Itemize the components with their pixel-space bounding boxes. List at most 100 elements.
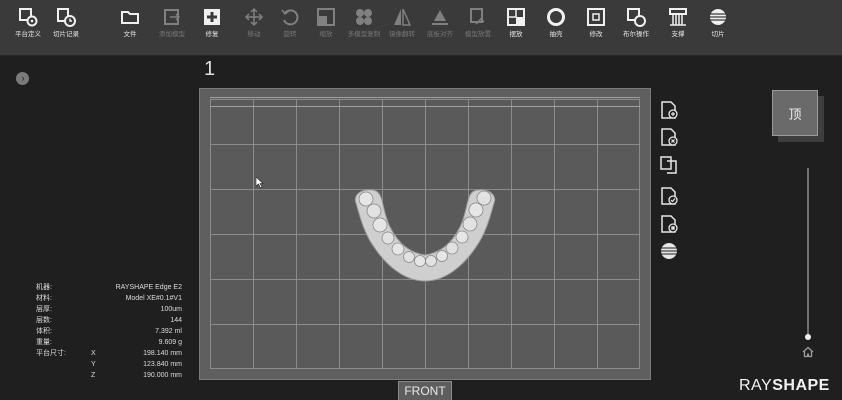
move-button[interactable]: 移动: [234, 6, 274, 52]
hollow-button[interactable]: 抽壳: [536, 6, 576, 52]
mirror-button[interactable]: 镜像翻转: [382, 6, 422, 52]
info-machine: 机器: RAYSHAPE Edge E2: [36, 282, 196, 293]
info-value: 190.000 mm: [143, 372, 182, 379]
toolbar-label: 缩放: [319, 31, 333, 38]
axis-label: X: [91, 350, 96, 357]
tooth: [462, 216, 478, 232]
toolbar-label: 旋转: [283, 31, 297, 38]
tooth: [468, 202, 484, 218]
info-label: 材料:: [36, 295, 52, 302]
toolbar-label: 布尔操作: [623, 31, 649, 38]
mirror-icon: [394, 8, 412, 26]
tooth: [414, 255, 426, 267]
place-model-button[interactable]: 模型放置: [458, 6, 498, 52]
toolbar-label: 文件: [123, 31, 137, 38]
check-plate-button[interactable]: [659, 186, 679, 206]
info-value: 9.609 g: [158, 339, 182, 346]
toolbar-label: 底板对齐: [427, 31, 453, 38]
front-label: FRONT: [398, 381, 452, 400]
axis-label: Z: [91, 372, 96, 379]
zoom-slider-track[interactable]: [807, 168, 809, 334]
lay-flat-button[interactable]: 底板对齐: [420, 6, 460, 52]
plate-number: 1: [204, 58, 216, 80]
plate-check-icon: [661, 187, 678, 205]
support-button[interactable]: 支撑: [658, 6, 698, 52]
tooth: [436, 250, 448, 262]
remove-plate-button[interactable]: [659, 127, 679, 147]
main-toolbar: 平台定义 切片记录 文件 添加模型 修复 移动 旋转 缩放 多模型复制 镜像翻转…: [0, 0, 842, 56]
toolbar-label: 模型放置: [465, 31, 491, 38]
info-volume: 体积: 7.392 ml: [36, 326, 196, 337]
tooth: [366, 203, 382, 219]
slice-plate-button[interactable]: [659, 241, 679, 261]
info-value: 123.840 mm: [143, 361, 182, 368]
plate-export-icon: [661, 215, 678, 233]
tooth: [372, 217, 388, 233]
repair-plus-icon: [204, 9, 220, 25]
rotate-button[interactable]: 旋转: [270, 6, 310, 52]
info-value: 144: [170, 317, 182, 324]
copy-plate-button[interactable]: [659, 155, 679, 175]
collapse-panel-button[interactable]: ›: [16, 72, 29, 85]
arrange-button[interactable]: 摆放: [496, 6, 536, 52]
slice-icon: [661, 243, 677, 259]
scale-icon: [317, 8, 335, 26]
tooth: [476, 190, 492, 206]
clone-icon: [356, 9, 372, 25]
chevron-right-icon: ›: [21, 73, 25, 83]
export-plate-button[interactable]: [659, 214, 679, 234]
modify-button[interactable]: 修改: [576, 6, 616, 52]
tooth: [455, 230, 469, 244]
file-button[interactable]: 文件: [110, 6, 150, 52]
toolbar-label: 平台定义: [15, 31, 41, 38]
brand-logo: RAYSHAPE: [739, 377, 830, 395]
brand-light: RAY: [739, 377, 773, 394]
home-icon[interactable]: [802, 346, 814, 358]
toolbar-label: 切片记录: [53, 31, 79, 38]
view-cube[interactable]: 顶: [772, 90, 818, 136]
info-weight: 重量: 9.609 g: [36, 337, 196, 348]
add-plate-button[interactable]: [659, 100, 679, 120]
toolbar-label: 镜像翻转: [389, 31, 415, 38]
tooth: [358, 191, 374, 207]
zoom-slider-knob[interactable]: [805, 334, 811, 340]
info-label: 平台尺寸:: [36, 350, 66, 357]
info-value: Model XE#0.1#V1: [125, 295, 182, 302]
plate-remove-icon: [661, 128, 678, 146]
info-value: 100um: [160, 306, 182, 313]
toolbar-label: 移动: [247, 31, 261, 38]
info-platform-x: 平台尺寸: X 198.140 mm: [36, 348, 196, 359]
info-label: 体积:: [36, 328, 52, 335]
info-label: 层数:: [36, 317, 52, 324]
toolbar-label: 切片: [711, 31, 725, 38]
info-label: 机器:: [36, 284, 52, 291]
tooth: [381, 231, 395, 245]
toolbar-label: 支撑: [671, 31, 685, 38]
plate-copy-icon: [660, 156, 677, 174]
add-model-button[interactable]: 添加模型: [152, 6, 192, 52]
info-platform-y: Y 123.840 mm: [36, 359, 196, 370]
tooth: [445, 241, 459, 255]
dental-model[interactable]: [350, 185, 500, 285]
toolbar-label: 修改: [589, 31, 603, 38]
toolbar-label: 添加模型: [159, 31, 185, 38]
toolbar-label: 摆放: [509, 31, 523, 38]
scale-button[interactable]: 缩放: [306, 6, 346, 52]
move-arrows-icon: [244, 7, 264, 27]
plate-add-icon: [661, 101, 678, 119]
tooth: [391, 242, 405, 256]
info-label: 重量:: [36, 339, 52, 346]
platform-gear-icon: [19, 8, 38, 27]
history-clock-icon: [57, 8, 76, 27]
boolean-button[interactable]: 布尔操作: [616, 6, 656, 52]
model-info-panel: 机器: RAYSHAPE Edge E2 材料: Model XE#0.1#V1…: [36, 282, 196, 381]
repair-button[interactable]: 修复: [192, 6, 232, 52]
folder-icon: [121, 11, 139, 24]
multi-copy-button[interactable]: 多模型复制: [344, 6, 384, 52]
platform-definition-button[interactable]: 平台定义: [8, 6, 48, 52]
info-platform-z: Z 190.000 mm: [36, 370, 196, 381]
slice-button[interactable]: 切片: [698, 6, 738, 52]
slice-history-button[interactable]: 切片记录: [46, 6, 86, 52]
tooth: [403, 251, 415, 263]
hollow-icon: [547, 8, 565, 26]
